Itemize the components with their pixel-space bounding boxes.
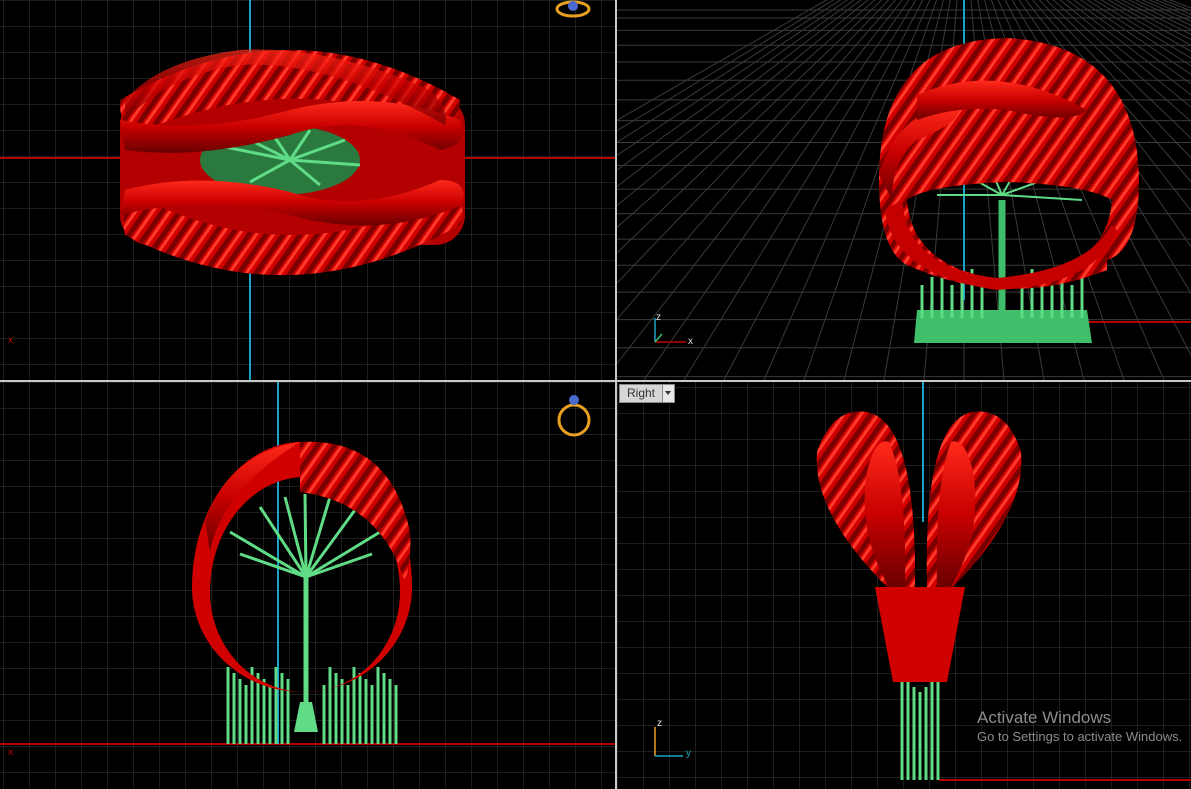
windows-activation-watermark: Activate Windows Go to Settings to activ… — [977, 708, 1182, 746]
viewport-divider-vertical[interactable] — [615, 0, 617, 789]
front-view-canvas — [0, 382, 615, 789]
dropdown-icon[interactable] — [662, 385, 675, 402]
axis-label-y: y — [686, 748, 691, 759]
viewport-label-tab[interactable]: Right — [619, 384, 676, 403]
viewport-divider-horizontal[interactable] — [0, 380, 1191, 382]
viewport-front[interactable]: x — [0, 382, 615, 789]
ring-model-perspective[interactable] — [879, 38, 1139, 343]
viewport-name: Right — [627, 386, 656, 400]
watermark-subtitle: Go to Settings to activate Windows. — [977, 729, 1183, 744]
axis-gizmo — [654, 318, 686, 343]
viewport-top[interactable]: x — [0, 0, 615, 380]
viewport-perspective[interactable]: z x — [617, 0, 1191, 380]
perspective-view-canvas — [617, 0, 1191, 380]
top-view-canvas — [0, 0, 615, 380]
ring-model-top[interactable] — [119, 49, 465, 276]
axis-label-x: x — [8, 335, 13, 346]
axis-gizmo — [654, 727, 683, 757]
axis-label-z: z — [657, 718, 662, 729]
watermark-title: Activate Windows — [977, 708, 1112, 727]
axis-label-x: x — [8, 747, 13, 758]
